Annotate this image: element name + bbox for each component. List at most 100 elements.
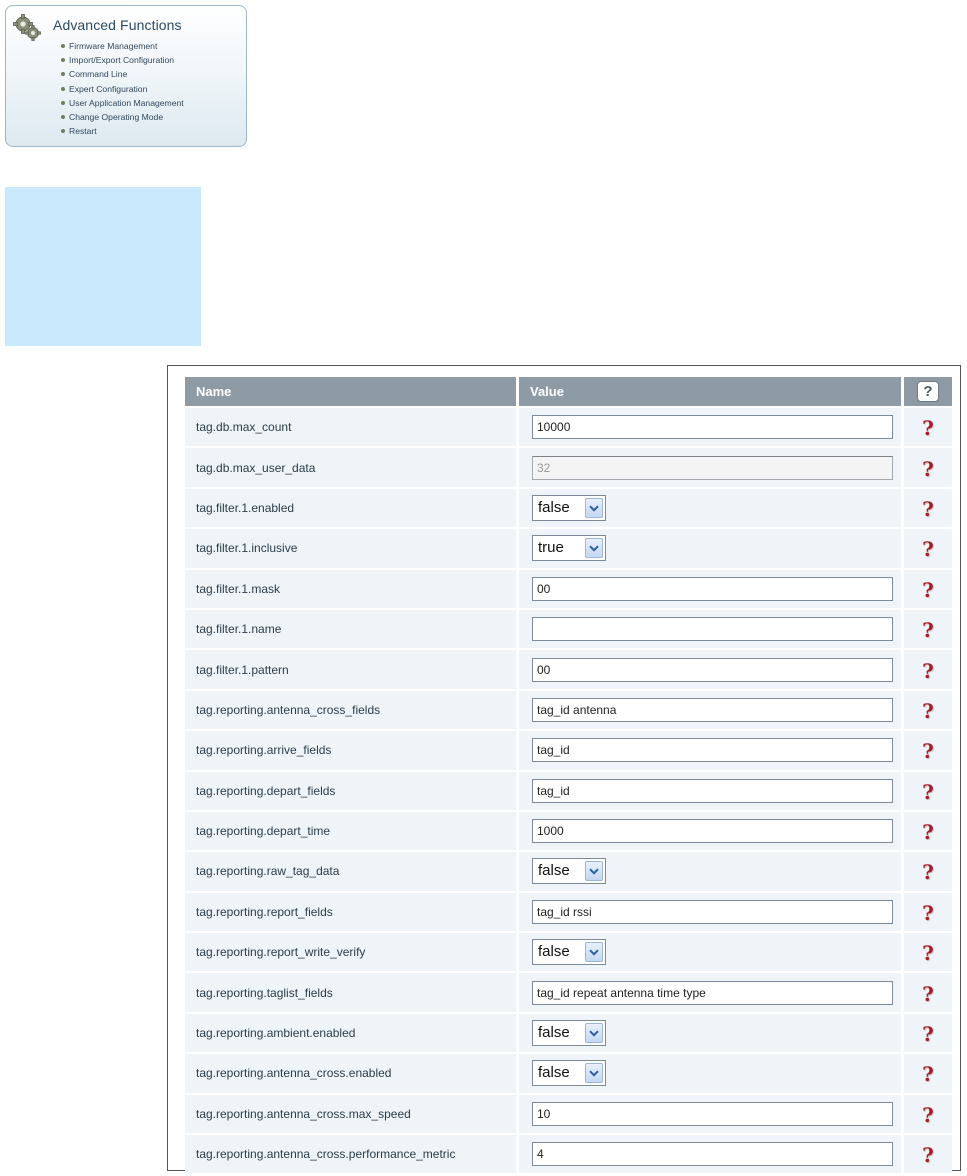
- question-mark-icon[interactable]: ?: [922, 1143, 934, 1167]
- setting-value-cell: false: [519, 850, 904, 891]
- help-cell: ?: [904, 1092, 952, 1134]
- help-cell: ?: [904, 729, 952, 770]
- help-cell: ?: [904, 850, 952, 891]
- dropdown-selected-value: false: [538, 1024, 570, 1042]
- question-mark-icon[interactable]: ?: [922, 457, 934, 481]
- question-mark-icon[interactable]: ?: [922, 982, 934, 1006]
- setting-value-cell: [519, 729, 904, 770]
- question-mark-icon[interactable]: ?: [922, 618, 934, 642]
- question-mark-icon[interactable]: ?: [922, 820, 934, 844]
- help-cell: ?: [904, 971, 952, 1012]
- question-mark-icon[interactable]: ?: [922, 416, 934, 440]
- setting-value-cell: [519, 446, 904, 487]
- table-row: tag.filter.1.mask?: [185, 567, 952, 608]
- setting-value-cell: [519, 607, 904, 649]
- value-field[interactable]: [532, 778, 893, 803]
- value-column-header: Value: [519, 377, 904, 406]
- question-mark-icon[interactable]: ?: [922, 780, 934, 804]
- value-field[interactable]: [532, 617, 893, 642]
- setting-name: tag.filter.1.pattern: [185, 648, 519, 689]
- value-dropdown[interactable]: false: [532, 1060, 606, 1087]
- table-row: tag.db.max_count?: [185, 406, 952, 447]
- question-mark-icon[interactable]: ?: [922, 901, 934, 925]
- chevron-down-icon[interactable]: [585, 1063, 603, 1084]
- question-mark-icon[interactable]: ?: [922, 578, 934, 602]
- chevron-down-icon[interactable]: [585, 942, 603, 963]
- question-mark-icon[interactable]: ?: [922, 1022, 934, 1046]
- setting-value-cell: [519, 1092, 904, 1134]
- table-row: tag.reporting.antenna_cross.performance_…: [185, 1133, 952, 1174]
- menu-item-import-export-configuration[interactable]: Import/Export Configuration: [61, 53, 184, 67]
- question-mark-icon[interactable]: ?: [922, 1103, 934, 1127]
- table-row: tag.reporting.depart_time?: [185, 809, 952, 851]
- setting-name: tag.reporting.antenna_cross.max_speed: [185, 1092, 519, 1134]
- question-mark-icon[interactable]: ?: [922, 1062, 934, 1086]
- setting-name: tag.reporting.depart_fields: [185, 769, 519, 810]
- question-mark-icon[interactable]: ?: [922, 659, 934, 683]
- value-field[interactable]: [532, 738, 893, 763]
- setting-name: tag.filter.1.enabled: [185, 486, 519, 528]
- question-mark-icon[interactable]: ?: [922, 699, 934, 723]
- help-icon[interactable]: ?: [917, 381, 939, 402]
- setting-value-cell: false: [519, 1052, 904, 1093]
- value-dropdown[interactable]: false: [532, 939, 606, 966]
- question-mark-icon[interactable]: ?: [922, 497, 934, 521]
- setting-name: tag.reporting.depart_time: [185, 809, 519, 851]
- value-field[interactable]: [532, 899, 893, 924]
- chevron-down-icon[interactable]: [585, 861, 603, 882]
- help-cell: ?: [904, 688, 952, 730]
- menu-item-expert-configuration[interactable]: Expert Configuration: [61, 82, 184, 96]
- table-row: tag.filter.1.inclusive true?: [185, 527, 952, 568]
- menu-item-firmware-management[interactable]: Firmware Management: [61, 39, 184, 53]
- setting-name: tag.db.max_count: [185, 406, 519, 447]
- dropdown-selected-value: false: [538, 943, 570, 961]
- settings-table: Name Value ? tag.db.max_count?tag.db.max…: [185, 377, 952, 1174]
- value-field[interactable]: [532, 576, 893, 601]
- setting-value-cell: [519, 567, 904, 608]
- help-cell: ?: [904, 648, 952, 689]
- value-field[interactable]: [532, 415, 893, 440]
- dropdown-selected-value: false: [538, 1064, 570, 1082]
- menu-item-command-line[interactable]: Command Line: [61, 67, 184, 81]
- menu-item-change-operating-mode[interactable]: Change Operating Mode: [61, 110, 184, 124]
- question-mark-icon[interactable]: ?: [922, 860, 934, 884]
- chevron-down-icon[interactable]: [585, 538, 603, 559]
- value-dropdown[interactable]: true: [532, 535, 606, 562]
- help-cell: ?: [904, 607, 952, 649]
- advanced-functions-title: Advanced Functions: [53, 17, 182, 33]
- value-field[interactable]: [532, 819, 893, 844]
- dropdown-selected-value: false: [538, 498, 570, 516]
- question-mark-icon[interactable]: ?: [922, 537, 934, 561]
- chevron-down-icon[interactable]: [585, 1023, 603, 1044]
- advanced-functions-panel: Advanced Functions Firmware Management Im…: [5, 5, 247, 147]
- chevron-down-icon[interactable]: [585, 497, 603, 518]
- table-row: tag.reporting.taglist_fields?: [185, 971, 952, 1012]
- help-cell: ?: [904, 1133, 952, 1174]
- help-cell: ?: [904, 769, 952, 810]
- value-dropdown[interactable]: false: [532, 494, 606, 521]
- help-column-header[interactable]: ?: [904, 377, 952, 406]
- menu-item-user-application-management[interactable]: User Application Management: [61, 96, 184, 110]
- menu-item-restart[interactable]: Restart: [61, 124, 184, 138]
- setting-value-cell: [519, 688, 904, 730]
- value-dropdown[interactable]: false: [532, 1020, 606, 1047]
- gears-icon: [13, 14, 41, 41]
- table-row: tag.reporting.ambient.enabled false?: [185, 1011, 952, 1053]
- setting-name: tag.reporting.report_write_verify: [185, 931, 519, 972]
- value-field[interactable]: [532, 657, 893, 682]
- table-header-row: Name Value ?: [185, 377, 952, 406]
- table-row: tag.reporting.depart_fields?: [185, 769, 952, 810]
- setting-name: tag.reporting.raw_tag_data: [185, 850, 519, 891]
- settings-panel: Name Value ? tag.db.max_count?tag.db.max…: [167, 365, 961, 1174]
- value-field[interactable]: [532, 697, 893, 722]
- help-cell: ?: [904, 527, 952, 568]
- question-mark-icon[interactable]: ?: [922, 941, 934, 965]
- value-dropdown[interactable]: false: [532, 858, 606, 885]
- help-cell: ?: [904, 567, 952, 608]
- help-cell: ?: [904, 486, 952, 528]
- value-field[interactable]: [532, 1101, 893, 1126]
- value-field[interactable]: [532, 1142, 893, 1167]
- setting-name: tag.filter.1.inclusive: [185, 527, 519, 568]
- question-mark-icon[interactable]: ?: [922, 739, 934, 763]
- value-field[interactable]: [532, 980, 893, 1005]
